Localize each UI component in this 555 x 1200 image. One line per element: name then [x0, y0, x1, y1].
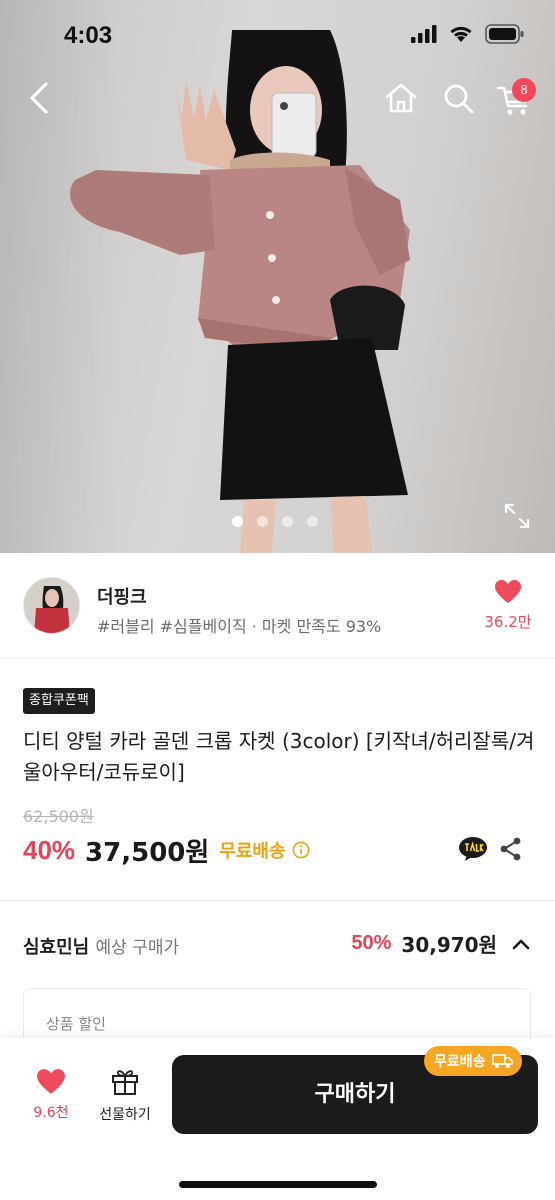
price-row: 40% 37,500원 무료배송: [23, 832, 310, 868]
pagination-dot[interactable]: [282, 516, 293, 527]
wifi-icon: [450, 26, 472, 42]
free-shipping-label: 무료배송: [219, 841, 286, 862]
expected-price-toggle[interactable]: 50% 30,970원: [351, 929, 531, 958]
search-icon[interactable]: [440, 78, 478, 118]
share-icon[interactable]: [499, 836, 523, 862]
heart-icon: [495, 580, 521, 603]
original-price: 62,500원: [23, 807, 94, 826]
seller-like-button[interactable]: 36.2만: [482, 579, 534, 632]
gift-icon: [112, 1070, 138, 1095]
expand-icon[interactable]: [503, 502, 531, 530]
gift-button[interactable]: 선물하기: [92, 1066, 158, 1124]
truck-icon: [491, 1054, 513, 1068]
status-time: 4:03: [64, 22, 113, 49]
product-discount-label: 상품 할인: [46, 1015, 106, 1033]
user-name: 심효민님: [23, 937, 90, 958]
bottom-action-bar: 9.6천 선물하기 구매하기 무료배송: [0, 1038, 555, 1200]
cellular-signal-icon: [411, 25, 437, 43]
status-bar: 4:03: [0, 0, 555, 74]
gift-label: 선물하기: [99, 1107, 151, 1123]
pagination-dot[interactable]: [257, 516, 268, 527]
pagination-dot[interactable]: [232, 516, 243, 527]
coupon-pack-badge: 종합쿠폰팩: [23, 688, 95, 714]
heart-icon: [37, 1069, 65, 1094]
top-navigation: [0, 74, 555, 124]
product-image-gallery[interactable]: 4:03 8: [0, 0, 555, 553]
seller-section[interactable]: 더핑크 #러블리 #심플베이직 · 마켓 만족도 93% 36.2만: [0, 553, 555, 659]
chevron-up-icon: [512, 939, 530, 949]
chevron-left-icon[interactable]: [22, 78, 58, 118]
final-price: 37,500원: [85, 837, 210, 868]
cart-count-badge: 8: [512, 78, 536, 102]
status-icons: [411, 24, 525, 44]
home-indicator: [179, 1181, 377, 1188]
product-title: 디티 양털 카라 골덴 크롭 자켓 (3color) [키작녀/허리잘록/겨울아…: [23, 729, 535, 784]
battery-icon: [485, 24, 524, 44]
like-button[interactable]: 9.6천: [22, 1068, 80, 1122]
pagination-dot[interactable]: [307, 516, 318, 527]
expected-discount-rate: 50%: [351, 932, 392, 954]
seller-name[interactable]: 더핑크: [97, 583, 147, 609]
kakao-talk-icon[interactable]: [458, 836, 488, 862]
free-shipping-badge-label: 무료배송: [434, 1054, 486, 1070]
discount-rate: 40%: [23, 834, 76, 865]
seller-tags: #러블리 #심플베이직 · 마켓 만족도 93%: [97, 617, 382, 636]
home-icon[interactable]: [382, 78, 420, 118]
gallery-pagination: [232, 516, 318, 527]
free-shipping-badge: 무료배송: [424, 1046, 522, 1076]
expected-price-label: 예상 구매가: [95, 938, 180, 958]
expected-price-value: 30,970원: [401, 933, 497, 957]
seller-like-count: 36.2만: [484, 613, 532, 631]
info-icon[interactable]: [292, 841, 310, 859]
like-count: 9.6천: [33, 1105, 69, 1121]
expected-price-title: 심효민님 예상 구매가: [23, 933, 179, 959]
section-divider: [0, 900, 555, 901]
seller-avatar[interactable]: [23, 577, 80, 634]
expected-price-row[interactable]: 심효민님 예상 구매가 50% 30,970원: [0, 917, 555, 973]
